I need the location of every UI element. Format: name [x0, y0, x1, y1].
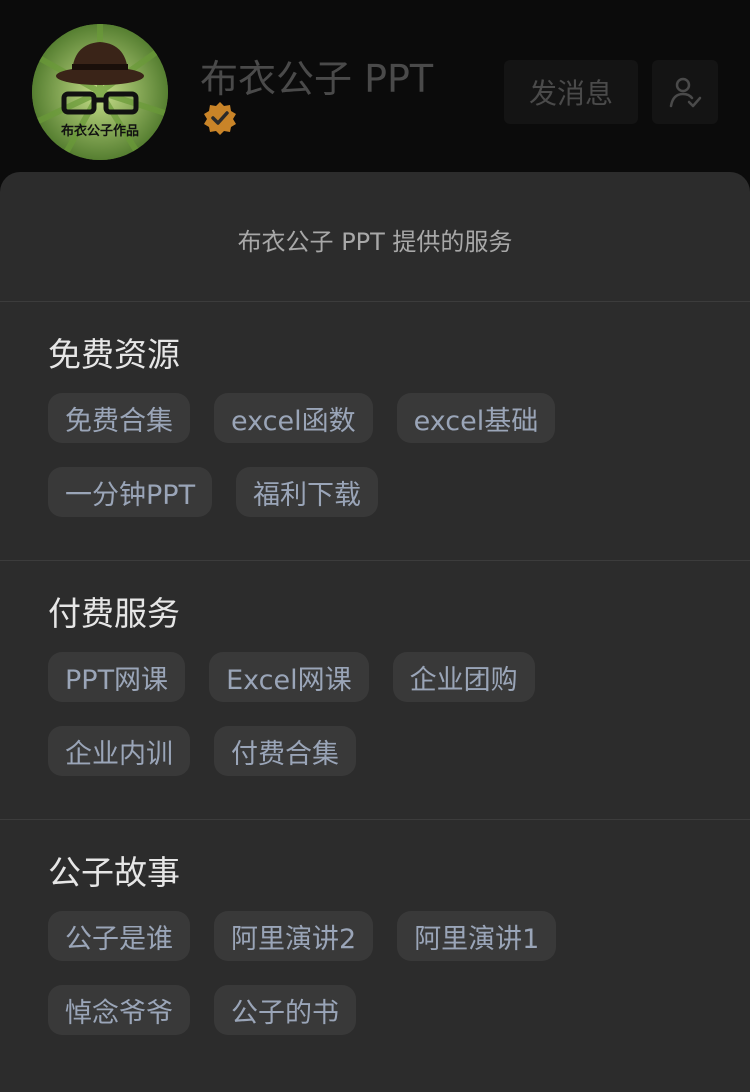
- chip-group: 公子是谁 阿里演讲2 阿里演讲1 悼念爷爷 公子的书: [48, 911, 608, 1035]
- sheet-title: 布衣公子 PPT 提供的服务: [237, 228, 513, 256]
- section-stories: 公子故事 公子是谁 阿里演讲2 阿里演讲1 悼念爷爷 公子的书: [48, 853, 728, 1035]
- section-title: 付费服务: [48, 594, 180, 633]
- divider: [0, 301, 750, 302]
- avatar-caption: 布衣公子作品: [60, 124, 139, 139]
- service-chip[interactable]: 企业内训: [48, 726, 190, 776]
- service-chip[interactable]: excel基础: [396, 393, 556, 443]
- avatar-image: [32, 24, 168, 160]
- service-chip[interactable]: 悼念爷爷: [48, 985, 190, 1035]
- service-chip[interactable]: 企业团购: [392, 652, 535, 702]
- service-chip[interactable]: 福利下载: [236, 467, 379, 517]
- service-chip[interactable]: 公子的书: [214, 985, 356, 1035]
- divider: [0, 819, 750, 820]
- services-sheet: 布衣公子 PPT 提供的服务 免费资源 免费合集 excel函数 excel基础…: [0, 172, 750, 1092]
- verified-badge-icon: [204, 102, 236, 135]
- service-chip[interactable]: 一分钟PPT: [48, 467, 213, 517]
- service-chip[interactable]: PPT网课: [48, 652, 186, 702]
- service-chip[interactable]: 阿里演讲2: [214, 911, 374, 961]
- divider: [0, 560, 750, 561]
- section-free-resources: 免费资源 免费合集 excel函数 excel基础 一分钟PPT 福利下载: [48, 335, 728, 517]
- profile-header: 布衣公子作品 布衣公子 PPT 发消息: [0, 0, 750, 200]
- send-message-button[interactable]: 发消息: [504, 60, 638, 124]
- service-chip[interactable]: Excel网课: [209, 652, 369, 702]
- chip-group: PPT网课 Excel网课 企业团购 企业内训 付费合集: [48, 652, 608, 776]
- service-chip[interactable]: 公子是谁: [48, 911, 190, 961]
- service-chip[interactable]: 免费合集: [48, 393, 190, 443]
- follow-button[interactable]: [652, 60, 718, 124]
- chip-group: 免费合集 excel函数 excel基础 一分钟PPT 福利下载: [48, 393, 608, 517]
- section-paid-services: 付费服务 PPT网课 Excel网课 企业团购 企业内训 付费合集: [48, 594, 728, 776]
- section-title: 免费资源: [48, 335, 180, 374]
- service-chip[interactable]: excel函数: [214, 393, 373, 443]
- user-check-icon: [669, 77, 702, 108]
- service-chip[interactable]: 付费合集: [214, 726, 356, 776]
- section-title: 公子故事: [48, 853, 180, 892]
- avatar[interactable]: 布衣公子作品: [32, 24, 168, 160]
- service-chip[interactable]: 阿里演讲1: [397, 911, 557, 961]
- account-name: 布衣公子 PPT: [200, 57, 434, 101]
